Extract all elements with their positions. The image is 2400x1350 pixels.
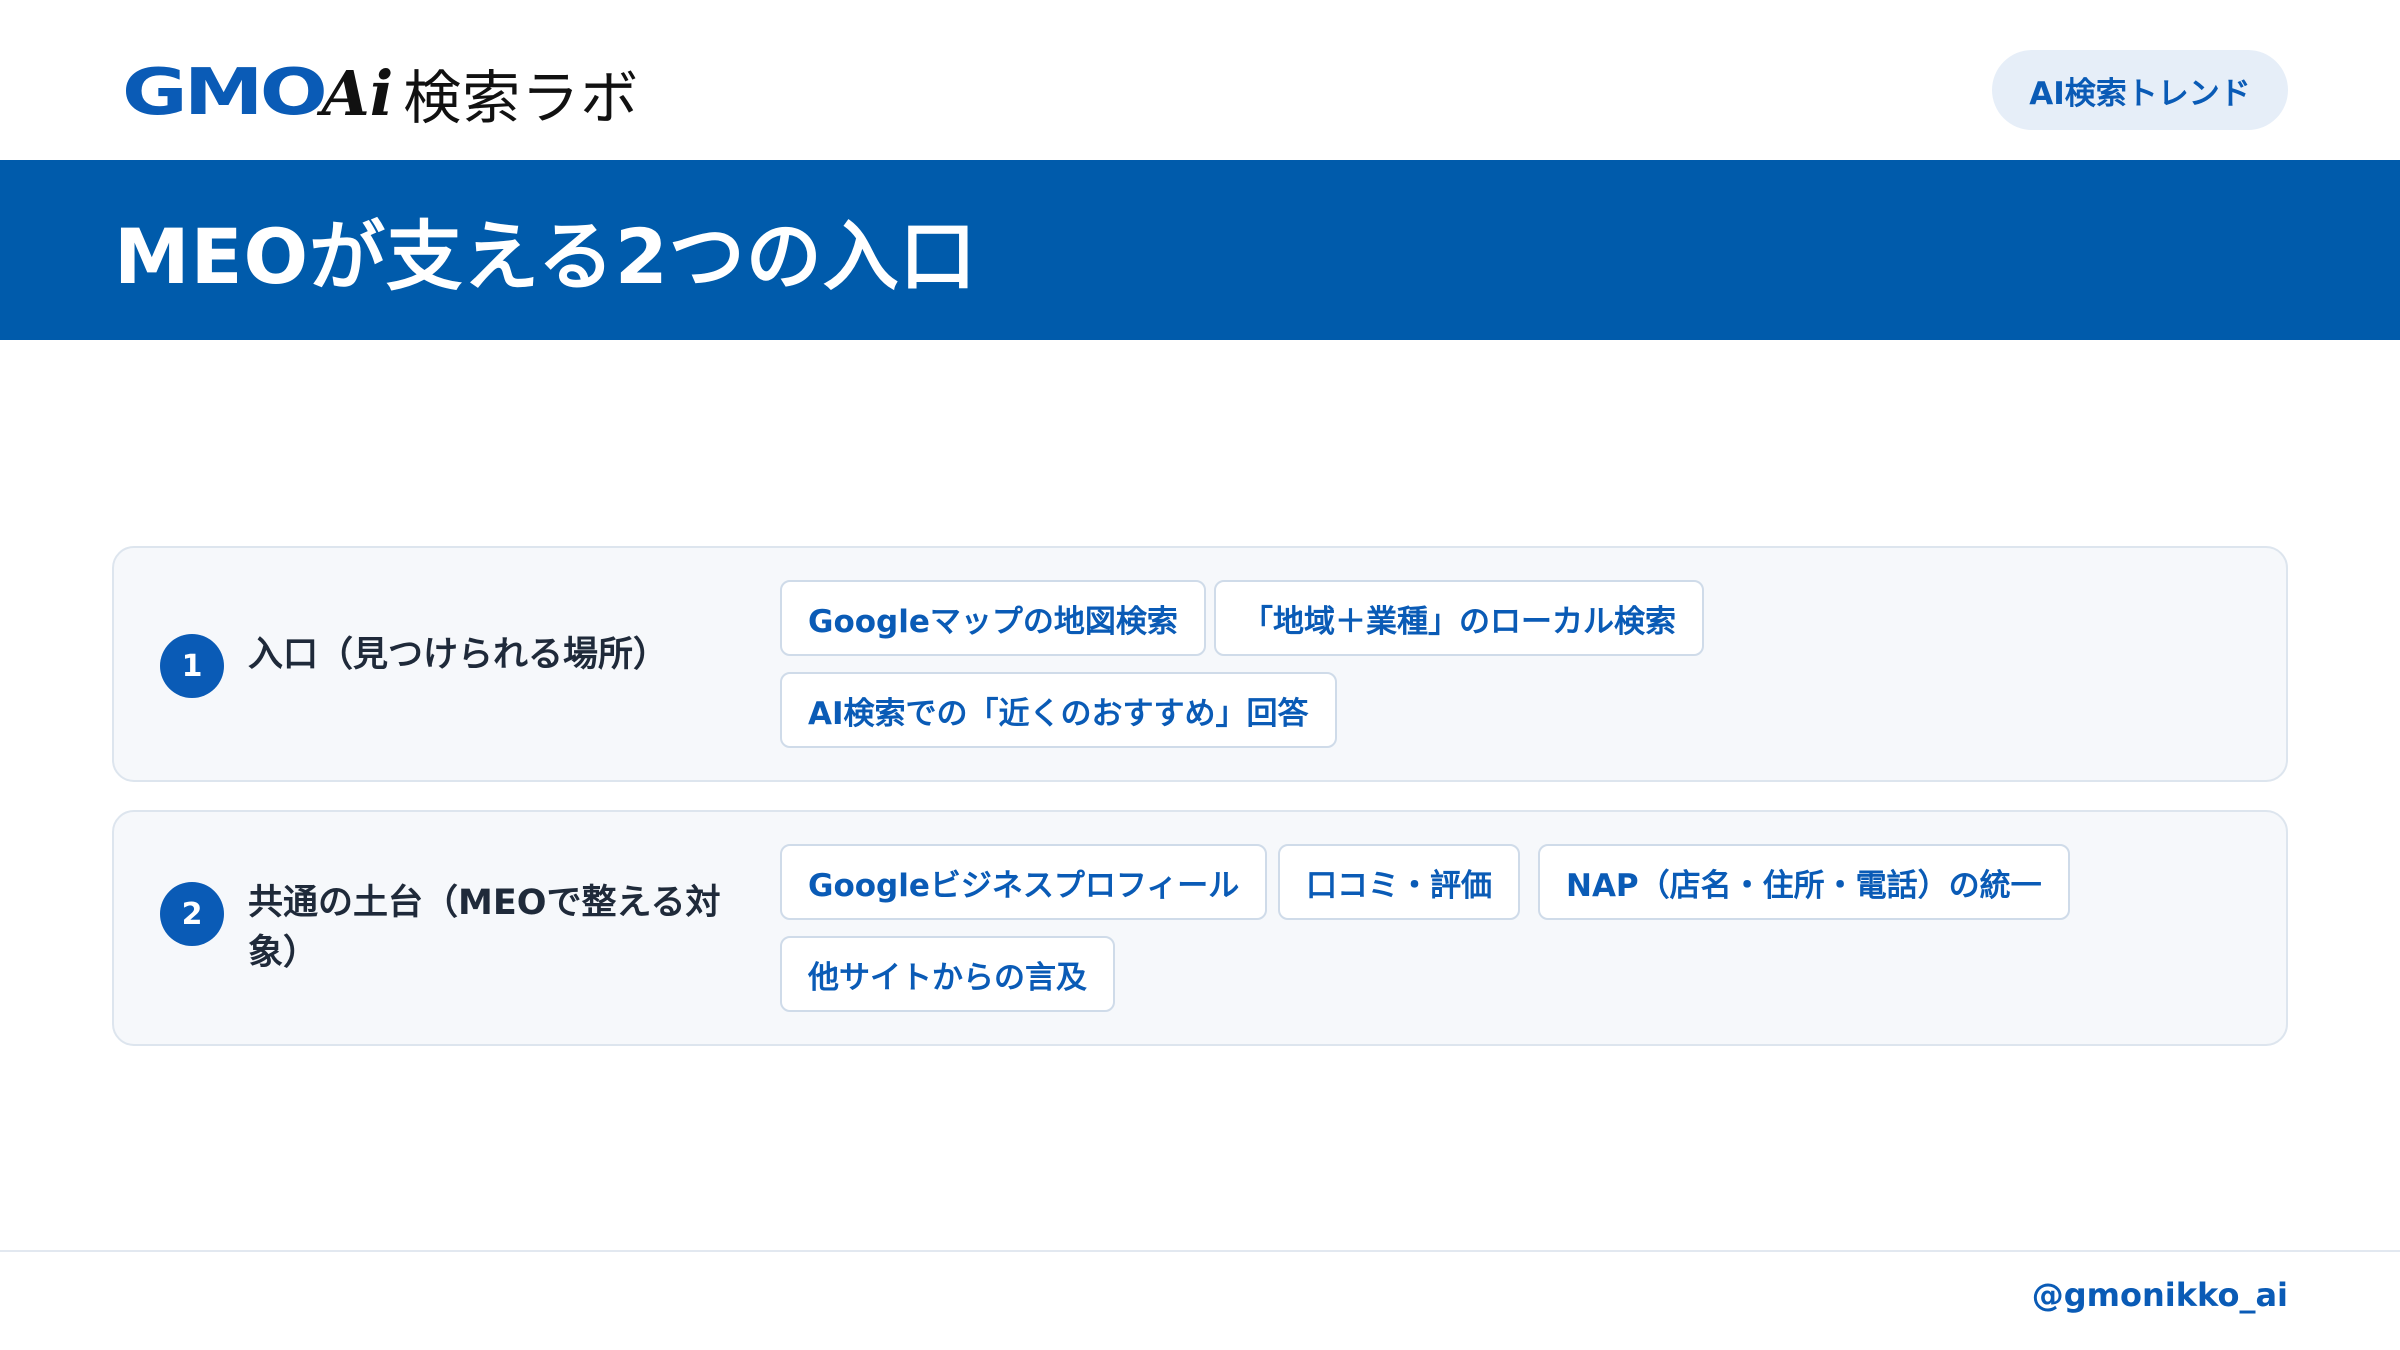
slide: GMO Ai 検索ラボ AI検索トレンド MEOが支える2つの入口 1 入口（見… [0,0,2400,1350]
chip-local-search: 「地域＋業種」のローカル検索 [1214,580,1704,656]
logo-lab-text: 検索ラボ [403,64,640,132]
title-band: MEOが支える2つの入口 [0,160,2400,340]
chip-business-profile: Googleビジネスプロフィール [780,844,1268,920]
page-title: MEOが支える2つの入口 [114,212,977,301]
logo-ai-text: Ai [321,56,394,130]
gmo-ai-lab-logo: GMO Ai 検索ラボ [122,56,639,132]
card-label: 入口（見つけられる場所） [248,635,669,675]
social-handle: @gmonikko_ai [2031,1276,2288,1314]
chip-nap: NAP（店名・住所・電話）の統一 [1538,844,2070,920]
entry-card-1: 1 入口（見つけられる場所） Googleマップの地図検索 「地域＋業種」のロー… [112,546,2288,782]
number-badge: 2 [160,882,224,946]
logo-gmo-text: GMO [122,56,328,130]
chip-google-maps: Googleマップの地図検索 [780,580,1206,656]
card-label: 共通の土台（MEOで整える対象） [248,883,721,973]
chip-ai-search: AI検索での「近くのおすすめ」回答 [780,672,1337,748]
footer-divider [0,1250,2400,1252]
chip-mentions: 他サイトからの言及 [780,936,1115,1012]
entry-card-2: 2 共通の土台（MEOで整える対象） Googleビジネスプロフィール 口コミ・… [112,810,2288,1046]
category-badge: AI検索トレンド [1992,50,2288,130]
chip-reviews: 口コミ・評価 [1278,844,1520,920]
number-badge: 1 [160,634,224,698]
